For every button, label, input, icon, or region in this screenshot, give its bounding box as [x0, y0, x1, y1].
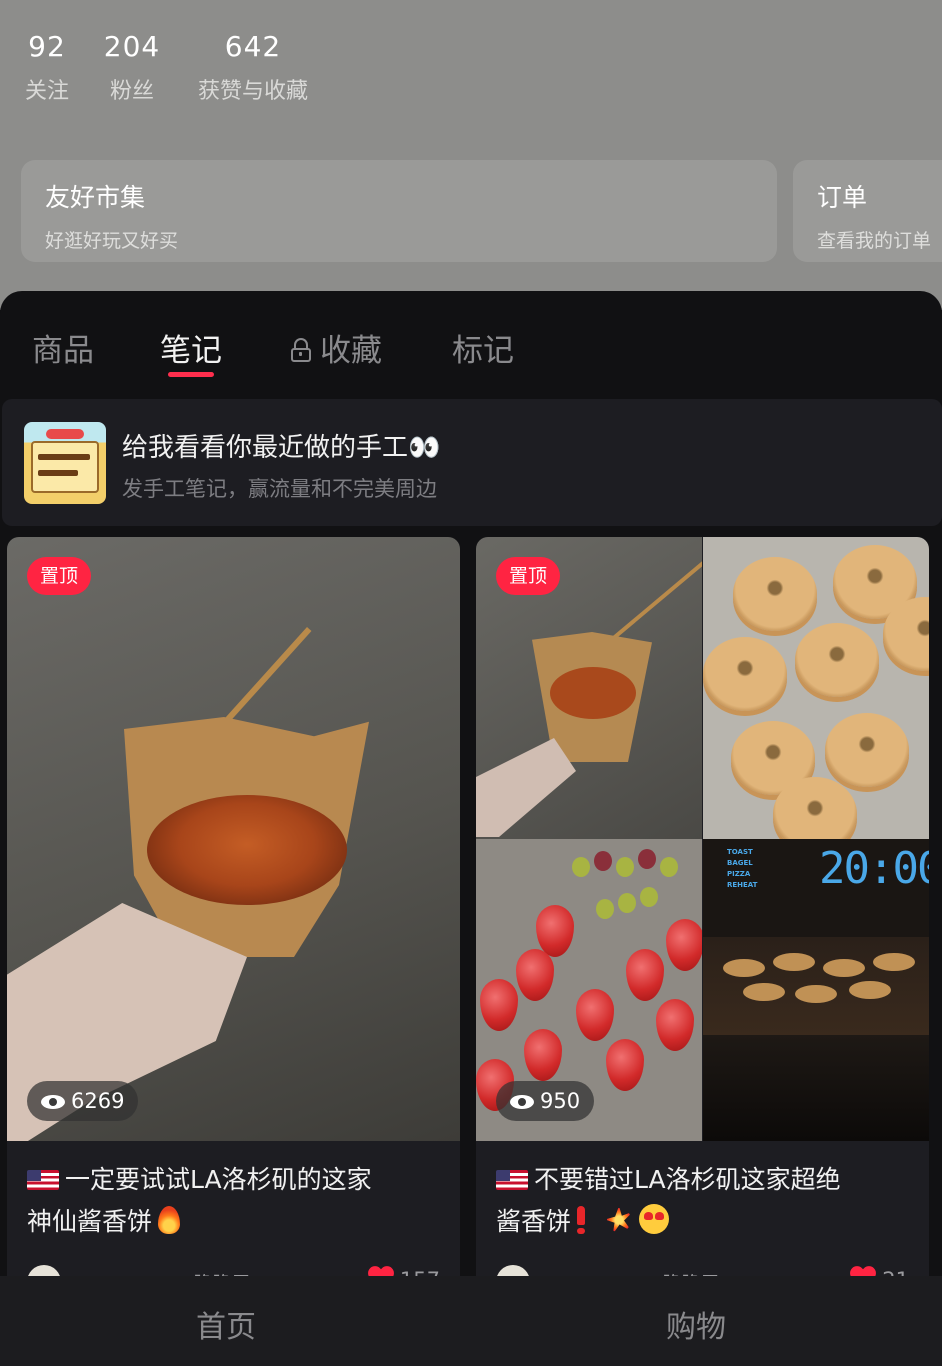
stat-value: 204	[103, 30, 161, 63]
note-title-text: 一定要试试LA洛杉矶的这家	[65, 1165, 372, 1194]
tab-label: 商品	[32, 333, 94, 369]
card-title: 订单	[817, 183, 868, 212]
tab-favorites[interactable]: 收藏	[290, 325, 382, 370]
stat-likes-and-saves[interactable]: 642 获赞与收藏	[192, 30, 314, 105]
stat-label: 关注	[24, 79, 69, 104]
views-badge: 6269	[27, 1081, 139, 1121]
profile-header: 92 关注 204 粉丝 642 获赞与收藏 友好市集 好逛好玩又好买 订单 查…	[0, 0, 942, 310]
note-title-text: 不要错过LA洛杉矶这家超绝	[534, 1165, 841, 1194]
note-card[interactable]: TOAST BAGEL PIZZA REHEAT 20:00 3 置顶	[476, 537, 929, 1297]
active-tab-indicator	[168, 372, 214, 377]
note-title[interactable]: 不要错过LA洛杉矶这家超绝 酱香饼	[496, 1159, 916, 1243]
promo-title: 给我看看你最近做的手工👀	[122, 433, 441, 463]
tab-bar: 商品 笔记 收藏 标记	[0, 291, 942, 388]
note-title[interactable]: 一定要试试LA洛杉矶的这家 神仙酱香饼	[27, 1159, 447, 1243]
tab-label: 收藏	[320, 333, 382, 369]
collision-icon	[605, 1206, 634, 1234]
promo-banner[interactable]: 给我看看你最近做的手工👀 发手工笔记，赢流量和不完美周边	[2, 399, 942, 526]
bottom-nav: 首页 购物	[0, 1276, 942, 1366]
eye-icon	[41, 1095, 65, 1109]
orders-card[interactable]: 订单 查看我的订单	[793, 160, 942, 262]
views-badge: 950	[496, 1081, 595, 1121]
tab-products[interactable]: 商品	[32, 325, 94, 370]
note-title-text: 神仙酱香饼	[27, 1207, 153, 1236]
promo-subtitle: 发手工笔记，赢流量和不完美周边	[122, 477, 437, 501]
pinned-badge: 置顶	[496, 557, 561, 595]
stat-label: 粉丝	[109, 79, 154, 104]
stat-label: 获赞与收藏	[197, 79, 308, 104]
note-card[interactable]: 置顶 6269 一定要试试LA洛杉矶的这家 神仙酱香饼 Tasty Crispy…	[7, 537, 460, 1297]
promo-thumbnail	[24, 422, 106, 504]
heart-eyes-icon	[639, 1204, 670, 1234]
tab-label: 标记	[452, 333, 514, 369]
card-title: 友好市集	[45, 183, 146, 212]
fire-icon	[158, 1206, 181, 1234]
card-subtitle: 查看我的订单	[817, 230, 932, 252]
note-title-text: 酱香饼	[496, 1207, 572, 1236]
stat-following[interactable]: 92 关注	[22, 30, 72, 105]
oven-mode-labels: TOAST BAGEL PIZZA REHEAT	[727, 848, 758, 889]
note-cover-collage[interactable]: TOAST BAGEL PIZZA REHEAT 20:00 3 置顶	[476, 537, 929, 1141]
stat-value: 642	[224, 30, 282, 63]
oven-timer-display: 20:00 3	[819, 843, 929, 894]
us-flag-icon	[496, 1170, 528, 1190]
eye-icon	[510, 1095, 534, 1109]
tab-marks[interactable]: 标记	[452, 325, 514, 370]
nav-home[interactable]: 首页	[196, 1302, 256, 1346]
stat-followers[interactable]: 204 粉丝	[102, 30, 162, 105]
card-subtitle: 好逛好玩又好买	[45, 230, 179, 252]
collage-photo-cookies	[703, 537, 929, 839]
tab-notes[interactable]: 笔记	[160, 325, 222, 370]
content-sheet: 商品 笔记 收藏 标记 给我看看你最近做的手工👀 发手工笔记，赢流量和不完美周边	[0, 291, 942, 1366]
exclamation-icon	[577, 1206, 586, 1234]
view-count: 6269	[71, 1089, 125, 1113]
lock-icon	[290, 338, 312, 362]
pinned-badge: 置顶	[27, 557, 92, 595]
us-flag-icon	[27, 1170, 59, 1190]
tab-label: 笔记	[160, 333, 222, 369]
nav-shopping[interactable]: 购物	[666, 1302, 726, 1346]
collage-photo-oven: TOAST BAGEL PIZZA REHEAT 20:00 3	[703, 839, 929, 1141]
view-count: 950	[540, 1089, 581, 1113]
note-cover-image[interactable]: 置顶 6269	[7, 537, 460, 1141]
friendly-market-card[interactable]: 友好市集 好逛好玩又好买	[21, 160, 777, 262]
stat-value: 92	[28, 30, 66, 63]
